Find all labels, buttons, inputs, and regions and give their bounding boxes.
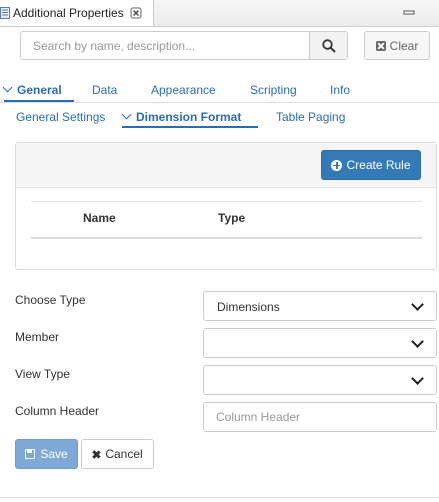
active-subtab-indicator bbox=[122, 126, 258, 128]
search-button[interactable] bbox=[309, 32, 347, 59]
properties-view-icon bbox=[0, 7, 10, 19]
subtab-dimension-format-label: Dimension Format bbox=[136, 110, 242, 124]
close-icon[interactable] bbox=[130, 7, 142, 19]
search-icon bbox=[321, 38, 336, 53]
save-label: Save bbox=[40, 447, 68, 461]
choose-type-label: Choose Type bbox=[15, 293, 86, 307]
x-icon bbox=[92, 450, 101, 459]
view-tab[interactable]: Additional Properties bbox=[0, 0, 154, 26]
search-box bbox=[20, 31, 348, 60]
column-header-input[interactable] bbox=[203, 402, 437, 432]
clear-icon bbox=[375, 40, 386, 51]
floppy-icon bbox=[25, 449, 36, 459]
subtab-general-settings[interactable]: General Settings bbox=[16, 110, 105, 124]
chevron-down-icon bbox=[411, 298, 424, 311]
choose-type-select[interactable]: Dimensions bbox=[203, 291, 437, 321]
chevron-down-icon bbox=[121, 109, 132, 120]
main-tabs: General Data Appearance Scripting Info bbox=[0, 80, 439, 103]
active-tab-indicator bbox=[4, 100, 74, 102]
clear-label: Clear bbox=[389, 38, 419, 53]
save-button[interactable]: Save bbox=[15, 439, 78, 469]
rules-panel-header: Create Rule bbox=[16, 143, 436, 188]
rules-table: Name Type bbox=[31, 201, 422, 239]
column-header-name: Name bbox=[83, 211, 116, 225]
create-rule-label: Create Rule bbox=[346, 158, 411, 172]
column-header-label: Column Header bbox=[15, 404, 100, 418]
tab-info[interactable]: Info bbox=[330, 83, 350, 97]
tab-scripting[interactable]: Scripting bbox=[250, 83, 297, 97]
plus-circle-icon bbox=[331, 159, 343, 171]
subtab-dimension-format[interactable]: Dimension Format bbox=[121, 109, 242, 124]
choose-type-value: Dimensions bbox=[217, 300, 280, 314]
cancel-button[interactable]: Cancel bbox=[81, 439, 154, 469]
view-titlebar: Additional Properties bbox=[0, 0, 439, 27]
chevron-down-icon bbox=[411, 335, 424, 348]
subtab-table-paging[interactable]: Table Paging bbox=[276, 110, 345, 124]
minimize-icon[interactable] bbox=[403, 6, 415, 18]
view-type-select[interactable] bbox=[203, 365, 437, 395]
cancel-label: Cancel bbox=[105, 447, 143, 461]
sub-tabs: General Settings Dimension Format Table … bbox=[0, 107, 439, 128]
rules-panel: Create Rule Name Type bbox=[15, 142, 437, 270]
tab-data[interactable]: Data bbox=[92, 83, 117, 97]
tab-general[interactable]: General bbox=[2, 82, 62, 97]
member-select[interactable] bbox=[203, 328, 437, 358]
view-title: Additional Properties bbox=[13, 6, 124, 20]
chevron-down-icon bbox=[411, 372, 424, 385]
clear-button[interactable]: Clear bbox=[364, 31, 430, 60]
create-rule-button[interactable]: Create Rule bbox=[321, 150, 421, 180]
tab-general-label: General bbox=[17, 83, 62, 97]
search-input[interactable] bbox=[21, 32, 310, 59]
member-label: Member bbox=[15, 330, 60, 344]
chevron-down-icon bbox=[2, 82, 13, 93]
tab-appearance[interactable]: Appearance bbox=[151, 83, 216, 97]
view-type-label: View Type bbox=[15, 367, 70, 381]
column-header-type: Type bbox=[218, 211, 246, 225]
divider bbox=[0, 497, 439, 498]
